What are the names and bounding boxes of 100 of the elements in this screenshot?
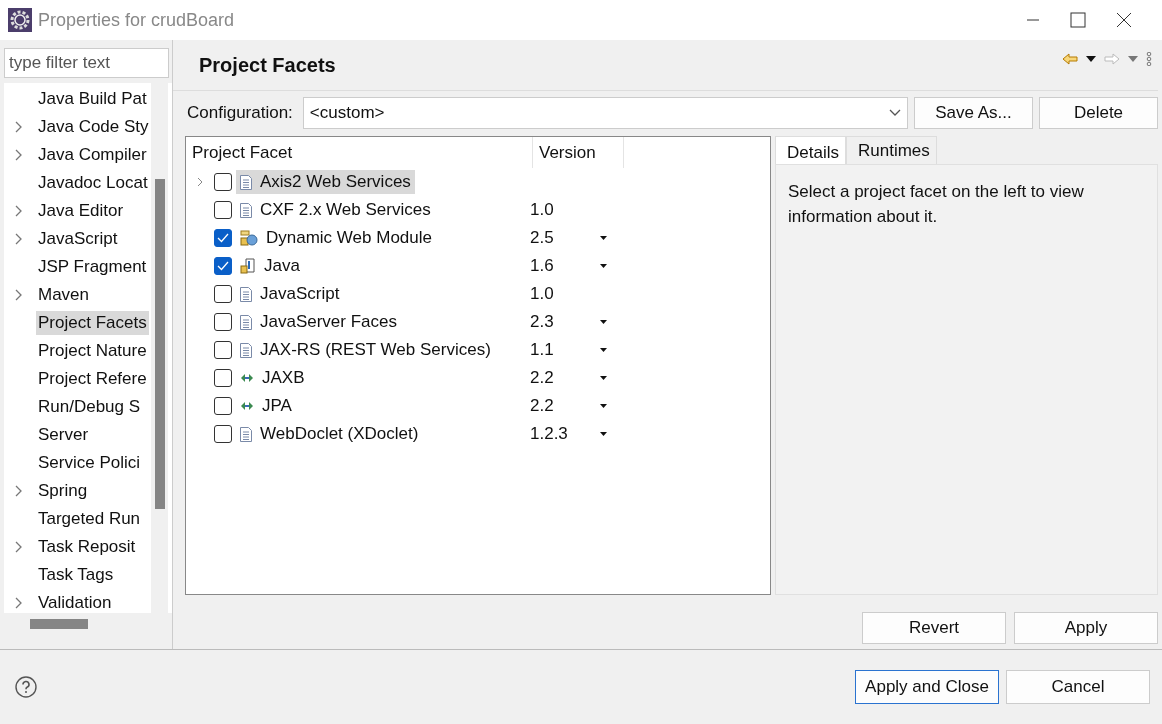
dialog-button[interactable]: Save As... [914, 97, 1033, 129]
tree-item[interactable]: Java Editor [36, 199, 126, 223]
tree-item[interactable]: JSP Fragment [36, 255, 149, 279]
globe-jar-icon [240, 230, 258, 246]
tree-item[interactable]: Javadoc Locat [36, 171, 150, 195]
tree-item[interactable]: Task Tags [36, 563, 116, 587]
checkbox[interactable] [214, 173, 232, 191]
dropdown-icon[interactable] [1086, 56, 1096, 62]
dropdown-icon[interactable] [600, 348, 607, 352]
app-gear-icon [8, 8, 32, 32]
facet-name: WebDoclet (XDoclet) [260, 424, 419, 444]
facet-row[interactable]: JPA [236, 394, 296, 418]
chevron-right-icon[interactable] [15, 205, 23, 217]
dialog-button[interactable]: Apply [1014, 612, 1158, 644]
version-text: 1.1 [530, 340, 554, 359]
dialog-button[interactable]: Cancel [1006, 670, 1150, 704]
version-text: 2.2 [530, 368, 554, 387]
scrollbar-thumb[interactable] [155, 179, 165, 509]
configuration-label: Configuration: [187, 103, 293, 123]
more-icon[interactable] [1146, 52, 1152, 66]
dialog-button[interactable]: Delete [1039, 97, 1158, 129]
version-text: 1.0 [530, 200, 554, 219]
checkbox[interactable] [214, 285, 232, 303]
checkbox[interactable] [214, 341, 232, 359]
chevron-right-icon[interactable] [15, 149, 23, 161]
tree-item[interactable]: Project Refere [36, 367, 149, 391]
facet-name: JavaServer Faces [260, 312, 397, 332]
dropdown-icon[interactable] [600, 264, 607, 268]
chevron-right-icon[interactable] [15, 597, 23, 609]
document-icon [240, 286, 252, 302]
chevron-right-icon[interactable] [15, 121, 23, 133]
column-header[interactable]: Project Facet [186, 137, 533, 168]
chevron-right-icon[interactable] [15, 485, 23, 497]
facet-row[interactable]: JAXB [236, 366, 309, 390]
tree-item[interactable]: Targeted Run [36, 507, 143, 531]
facet-row[interactable]: JavaServer Faces [236, 310, 401, 334]
document-icon [240, 174, 252, 190]
tree-item[interactable]: Java Compiler [36, 143, 149, 167]
help-icon[interactable] [15, 676, 37, 698]
dropdown-icon[interactable] [600, 236, 607, 240]
details-text: Select a project facet on the left to view information about it. [788, 181, 1085, 228]
chevron-right-icon[interactable] [15, 233, 23, 245]
tree-item[interactable]: Java Code Sty [36, 115, 151, 139]
tab[interactable]: Details [775, 136, 846, 164]
facet-row[interactable]: CXF 2.x Web Services [236, 198, 435, 222]
checkbox[interactable] [214, 257, 232, 275]
facet-row[interactable]: JAX-RS (REST Web Services) [236, 338, 495, 362]
facet-name: Java [264, 256, 300, 276]
facet-row[interactable]: Axis2 Web Services [236, 170, 415, 194]
column-header[interactable]: Version [533, 137, 624, 168]
facet-name: Dynamic Web Module [266, 228, 432, 248]
tree-item[interactable]: Java Build Pat [36, 87, 149, 111]
dropdown-icon[interactable] [600, 432, 607, 436]
version-text: 2.5 [530, 228, 554, 247]
document-icon [240, 426, 252, 442]
checkbox[interactable] [214, 397, 232, 415]
tree-item[interactable]: Project Nature [36, 339, 149, 363]
tree-item[interactable]: Project Facets [36, 311, 149, 335]
checkbox[interactable] [214, 425, 232, 443]
chevron-right-icon[interactable] [197, 177, 203, 187]
facet-row[interactable]: WebDoclet (XDoclet) [236, 422, 423, 446]
dialog-button[interactable]: Apply and Close [855, 670, 999, 704]
version-text: 1.2.3 [530, 424, 568, 443]
facet-row[interactable]: JavaScript [236, 282, 344, 306]
close-icon[interactable] [1116, 12, 1132, 28]
version-text: 2.2 [530, 396, 554, 415]
facet-name: Axis2 Web Services [260, 172, 411, 192]
chevron-right-icon[interactable] [15, 541, 23, 553]
window-title: Properties for crudBoard [38, 9, 235, 31]
dialog-button[interactable]: Revert [862, 612, 1006, 644]
facet-name: JPA [262, 396, 292, 416]
tree-item[interactable]: Maven [36, 283, 92, 307]
tree-item[interactable]: Validation [36, 591, 114, 613]
checkbox[interactable] [214, 313, 232, 331]
tree-item[interactable]: Server [36, 423, 91, 447]
facet-name: JavaScript [260, 284, 340, 304]
page-title: Project Facets [199, 53, 337, 77]
configuration-dropdown[interactable]: <custom> [302, 97, 908, 129]
scrollbar-thumb[interactable] [30, 619, 88, 629]
checkbox[interactable] [214, 369, 232, 387]
version-text: 2.3 [530, 312, 554, 331]
maximize-icon[interactable] [1070, 12, 1086, 28]
dropdown-icon[interactable] [600, 404, 607, 408]
chevron-right-icon[interactable] [15, 289, 23, 301]
checkbox[interactable] [214, 229, 232, 247]
tree-item[interactable]: Service Polici [36, 451, 143, 475]
checkbox[interactable] [214, 201, 232, 219]
facet-row[interactable]: Java [236, 254, 304, 278]
tree-item[interactable]: Run/Debug S [36, 395, 143, 419]
back-arrow-icon[interactable] [1062, 53, 1078, 65]
facet-name: JAX-RS (REST Web Services) [260, 340, 491, 360]
version-text: 1.0 [530, 284, 554, 303]
dropdown-icon[interactable] [600, 320, 607, 324]
facet-row[interactable]: Dynamic Web Module [236, 226, 436, 250]
filter-field[interactable]: type filter text [4, 48, 169, 78]
double-arrow-icon [240, 401, 254, 411]
tree-item[interactable]: JavaScript [36, 227, 120, 251]
tree-item[interactable]: Spring [36, 479, 90, 503]
dropdown-icon[interactable] [600, 376, 607, 380]
tree-item[interactable]: Task Reposit [36, 535, 138, 559]
